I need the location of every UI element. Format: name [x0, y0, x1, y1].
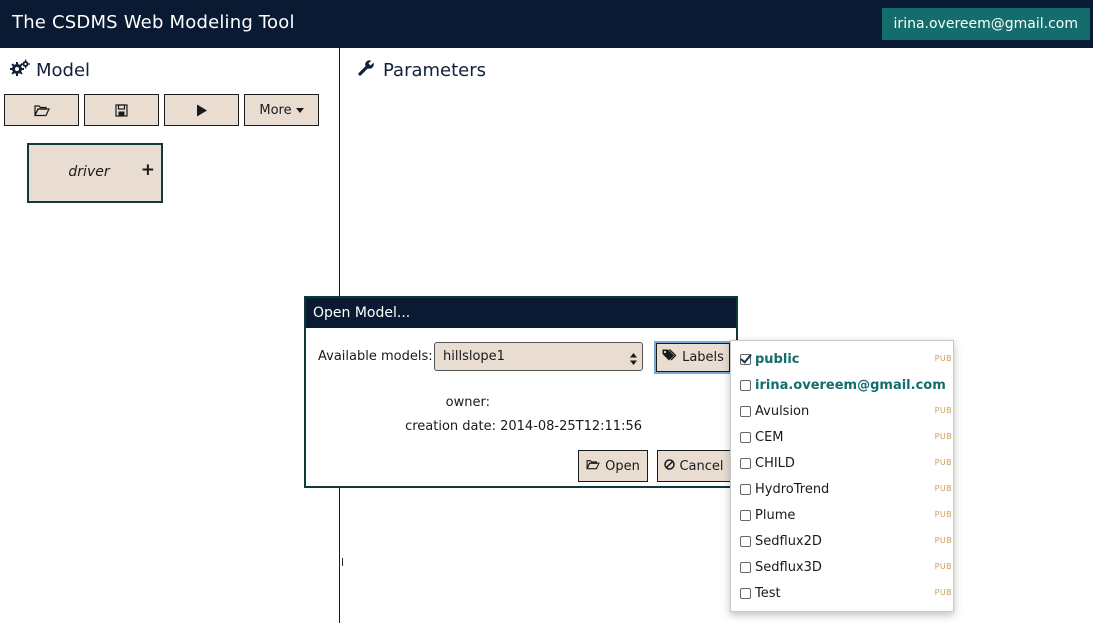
label-name: Plume [755, 507, 796, 523]
label-name: HydroTrend [755, 481, 830, 497]
open-button-text: Open [605, 458, 640, 474]
label-badge: PUB [934, 536, 952, 545]
label-badge: PUB [934, 510, 952, 519]
label-name: public [755, 351, 800, 367]
save-model-button[interactable] [84, 94, 159, 126]
labels-button[interactable]: Labels [654, 341, 732, 374]
model-panel: Model More driver + [0, 48, 340, 623]
labels-dropdown: public PUB irina.overeem@gmail.com Avuls… [730, 340, 954, 612]
label-badge: PUB [934, 458, 952, 467]
label-checkbox[interactable] [740, 483, 751, 495]
open-button[interactable]: Open [578, 450, 648, 482]
label-item-avulsion[interactable]: Avulsion PUB [740, 400, 953, 422]
available-models-label: Available models: [318, 349, 433, 364]
open-model-button[interactable] [4, 94, 79, 126]
label-name: Test [755, 585, 781, 601]
floppy-disk-icon [115, 103, 128, 117]
label-item-user[interactable]: irina.overeem@gmail.com [740, 374, 953, 396]
select-arrows-icon [630, 349, 637, 365]
cancel-button-text: Cancel [679, 458, 724, 474]
label-badge: PUB [934, 406, 952, 415]
label-checkbox[interactable] [740, 587, 751, 599]
selected-model-value: hillslope1 [443, 349, 505, 364]
folder-open-icon [586, 459, 600, 474]
driver-component[interactable]: driver + [27, 143, 163, 203]
top-bar: The CSDMS Web Modeling Tool irina.overee… [0, 0, 1093, 48]
label-item-child[interactable]: CHILD PUB [740, 452, 953, 474]
app-title: The CSDMS Web Modeling Tool [12, 12, 295, 33]
run-model-button[interactable] [164, 94, 239, 126]
cancel-button[interactable]: Cancel [657, 450, 731, 482]
parameters-panel-title: Parameters [383, 59, 487, 81]
more-label: More [259, 102, 292, 118]
label-item-sedflux2d[interactable]: Sedflux2D PUB [740, 530, 953, 552]
creation-date-row: creation date: 2014-08-25T12:11:56 [306, 419, 642, 434]
label-item-plume[interactable]: Plume PUB [740, 504, 953, 526]
folder-open-icon [33, 104, 50, 117]
label-checkbox[interactable] [740, 535, 751, 547]
label-name: CEM [755, 429, 784, 445]
label-checkbox[interactable] [740, 457, 751, 469]
creation-date-value: 2014-08-25T12:11:56 [500, 419, 642, 434]
parameters-panel-heading: Parameters [358, 58, 487, 81]
label-name: Sedflux2D [755, 533, 822, 549]
label-badge: PUB [934, 484, 952, 493]
label-item-public[interactable]: public PUB [740, 348, 953, 370]
label-badge: PUB [934, 432, 952, 441]
ban-icon [664, 458, 676, 474]
model-select[interactable]: hillslope1 [434, 342, 643, 371]
label-item-sedflux3d[interactable]: Sedflux3D PUB [740, 556, 953, 578]
label-checkbox[interactable] [740, 353, 751, 365]
label-name: CHILD [755, 455, 795, 471]
model-panel-heading: Model [10, 59, 90, 82]
label-item-hydrotrend[interactable]: HydroTrend PUB [740, 478, 953, 500]
wrench-icon [358, 58, 376, 81]
tags-icon [662, 349, 677, 366]
more-menu-button[interactable]: More [244, 94, 319, 126]
user-account-button[interactable]: irina.overeem@gmail.com [881, 8, 1090, 40]
label-badge: PUB [934, 588, 952, 597]
dialog-title: Open Model... [306, 298, 736, 328]
play-icon [196, 104, 208, 117]
label-checkbox[interactable] [740, 379, 751, 391]
owner-row: owner: [306, 395, 490, 410]
model-toolbar: More [4, 94, 319, 126]
owner-label: owner: [445, 395, 490, 410]
label-item-cem[interactable]: CEM PUB [740, 426, 953, 448]
creation-date-label: creation date: [405, 419, 496, 434]
label-badge: PUB [934, 354, 952, 363]
label-checkbox[interactable] [740, 561, 751, 573]
label-name: Avulsion [755, 403, 810, 419]
label-name: Sedflux3D [755, 559, 822, 575]
caret-down-icon [295, 107, 304, 113]
open-model-dialog: Open Model... Available models: hillslop… [304, 296, 738, 488]
label-checkbox[interactable] [740, 405, 751, 417]
label-name: irina.overeem@gmail.com [755, 377, 946, 393]
labels-button-text: Labels [682, 350, 724, 365]
label-checkbox[interactable] [740, 509, 751, 521]
add-component-icon[interactable]: + [141, 160, 155, 180]
divider-tick [342, 558, 343, 566]
gears-icon [10, 59, 30, 82]
label-badge: PUB [934, 562, 952, 571]
driver-label: driver [68, 164, 110, 180]
label-checkbox[interactable] [740, 431, 751, 443]
label-item-test[interactable]: Test PUB [740, 582, 953, 604]
model-panel-title: Model [36, 60, 91, 81]
